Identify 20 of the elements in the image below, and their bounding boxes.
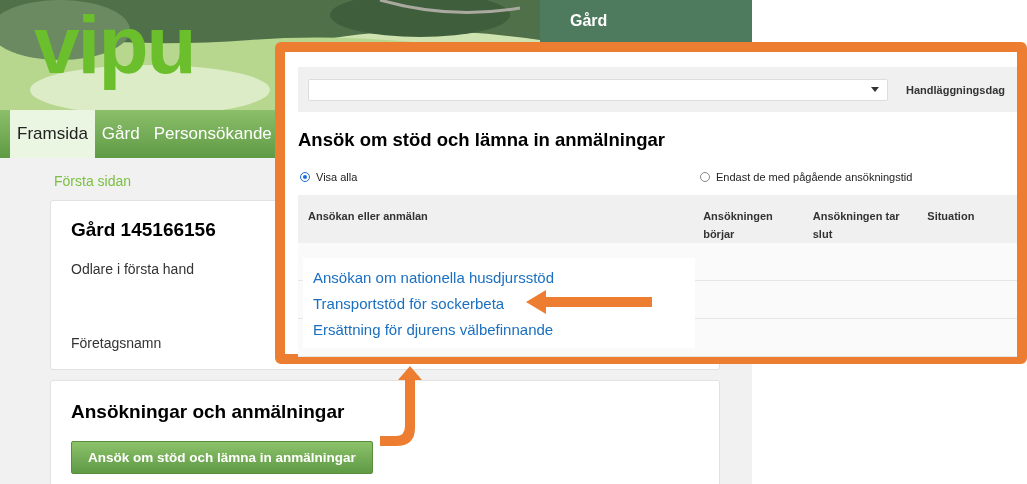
column-header: Situation <box>927 210 975 222</box>
arrow-icon <box>526 290 652 314</box>
column-header: Ansökningen börjar <box>703 210 773 240</box>
section-title: Ansök om stöd och lämna in anmälningar <box>298 129 665 151</box>
radio-option[interactable]: Visa alla <box>298 171 698 183</box>
nav-tab[interactable]: Framsida <box>10 110 95 158</box>
application-link[interactable]: Ersättning för djurens välbefinnande <box>313 320 554 340</box>
select-field[interactable] <box>308 78 888 101</box>
company-label: Företagsnamn <box>71 335 162 351</box>
farm-title: Gård 145166156 <box>71 219 216 241</box>
date-label: Handläggningsdag <box>906 83 1005 96</box>
column-header: Ansökningen tar slut <box>812 210 900 240</box>
application-link[interactable]: Transportstöd för sockerbeta <box>313 294 505 314</box>
application-link[interactable]: Ansökan om nationella husdjursstöd <box>313 268 554 288</box>
caret-icon <box>871 87 879 92</box>
card-title: Ansökningar och anmälningar <box>71 401 345 423</box>
column-header: Ansökan eller anmälan <box>308 210 428 222</box>
radio-option[interactable]: Endast de med pågående ansökningstid <box>698 171 913 183</box>
farm-label: Gård <box>570 12 608 29</box>
role-label: Odlare i första hand <box>71 261 194 277</box>
